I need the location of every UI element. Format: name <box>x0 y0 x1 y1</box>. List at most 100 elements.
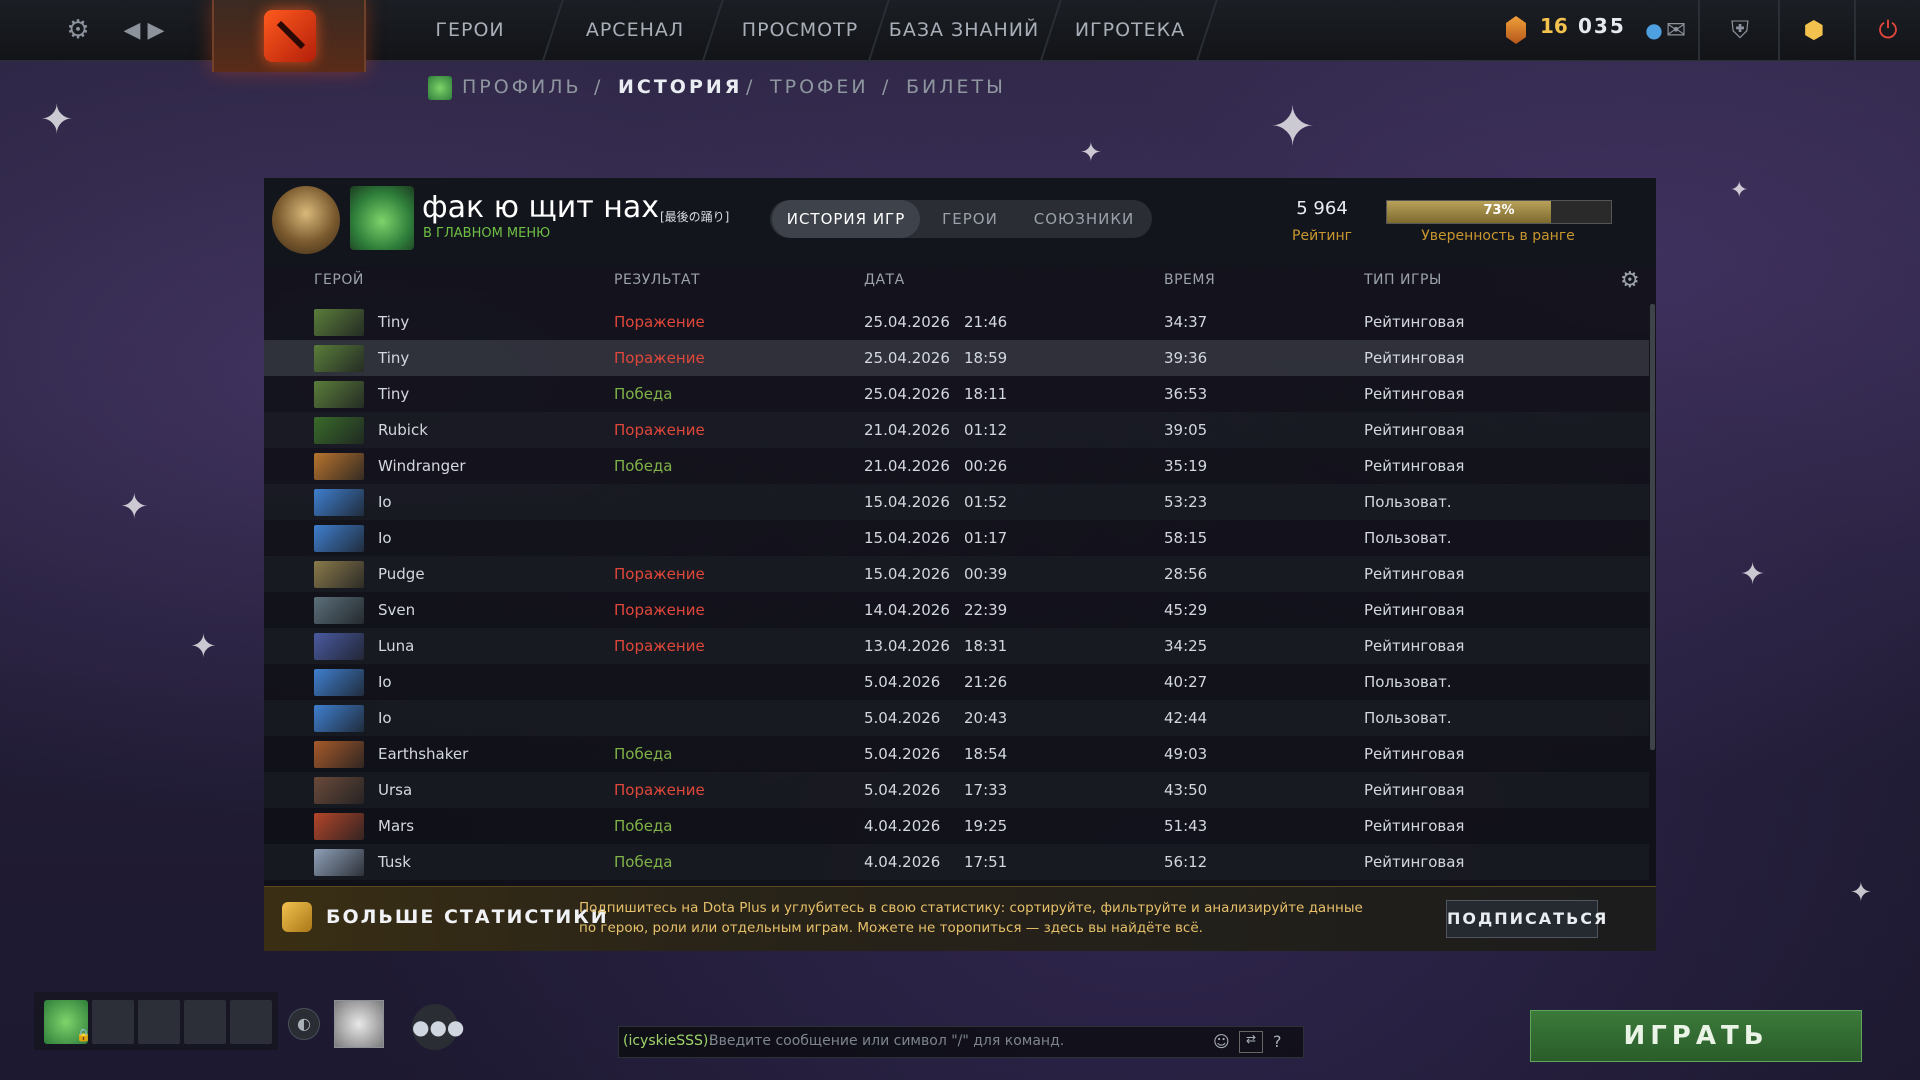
forward-arrow-icon[interactable]: ▶ <box>138 12 174 48</box>
match-result: Поражение <box>614 781 705 799</box>
match-date: 15.04.2026 <box>864 529 950 547</box>
table-row[interactable]: Io 5.04.2026 20:43 42:44 Пользоват. <box>264 700 1649 736</box>
nav-watch[interactable]: ПРОСМОТР <box>730 0 870 60</box>
player-status: В ГЛАВНОМ МЕНЮ <box>423 226 551 241</box>
table-row[interactable]: Windranger Победа 21.04.2026 00:26 35:19 Рейт… <box>264 448 1649 484</box>
nav-heroes[interactable]: ГЕРОИ <box>410 0 530 60</box>
column-header-hero[interactable]: ГЕРОЙ <box>314 272 364 288</box>
tab-allies[interactable]: СОЮЗНИКИ <box>1024 200 1144 238</box>
match-time: 17:51 <box>964 853 1008 871</box>
game-type: Рейтинговая <box>1364 385 1465 403</box>
voice-headset-icon[interactable]: ◐ <box>288 1008 320 1040</box>
settings-gear-icon[interactable]: ⚙ <box>60 12 96 48</box>
breadcrumb-separator: / <box>882 76 892 98</box>
power-icon[interactable]: ⏻ <box>1870 12 1906 48</box>
table-row[interactable]: Ursa Поражение 5.04.2026 17:33 43:50 Рейтинго… <box>264 772 1649 808</box>
nav-arcade[interactable]: ИГРОТЕКА <box>1070 0 1190 60</box>
game-type: Рейтинговая <box>1364 853 1465 871</box>
party-slot-empty[interactable] <box>230 1000 272 1044</box>
table-row[interactable]: Tiny Поражение 25.04.2026 18:59 39:36 Рейтинг… <box>264 340 1649 376</box>
breadcrumb-profile[interactable]: ПРОФИЛЬ <box>462 76 582 98</box>
match-result: Победа <box>614 457 673 475</box>
table-row[interactable]: Sven Поражение 14.04.2026 22:39 45:29 Рейтинг… <box>264 592 1649 628</box>
dota-logo-icon <box>264 10 316 62</box>
dota-logo-button[interactable] <box>212 0 366 72</box>
armory-icon[interactable]: ⛨ <box>1722 12 1758 48</box>
column-header-duration[interactable]: ВРЕМЯ <box>1164 272 1215 288</box>
table-row[interactable]: Mars Победа 4.04.2026 19:25 51:43 Рейтинговая <box>264 808 1649 844</box>
table-row[interactable]: Rubick Поражение 21.04.2026 01:12 39:05 Рейти… <box>264 412 1649 448</box>
match-date: 21.04.2026 <box>864 457 950 475</box>
party-slot-empty[interactable] <box>184 1000 226 1044</box>
hero-name: Mars <box>378 817 415 835</box>
match-duration: 34:37 <box>1164 313 1208 331</box>
emoji-icon[interactable]: ☺ <box>1213 1032 1230 1051</box>
table-settings-gear-icon[interactable]: ⚙ <box>1620 268 1640 293</box>
table-row[interactable]: Pudge Поражение 15.04.2026 00:39 28:56 Рейтин… <box>264 556 1649 592</box>
match-duration: 56:12 <box>1164 853 1208 871</box>
game-type: Рейтинговая <box>1364 637 1465 655</box>
subscribe-button[interactable]: ПОДПИСАТЬСЯ <box>1446 900 1606 938</box>
background-star: ✦ <box>1270 95 1316 158</box>
match-date: 14.04.2026 <box>864 601 950 619</box>
party-slot-empty[interactable] <box>138 1000 180 1044</box>
table-row[interactable]: Tusk Победа 4.04.2026 17:51 56:12 Рейтинговая <box>264 844 1649 880</box>
match-time: 21:26 <box>964 673 1008 691</box>
chat-channel-label: (icyskieSSS): <box>623 1033 714 1049</box>
hero-portrait-icon <box>314 741 364 768</box>
nav-arsenal[interactable]: АРСЕНАЛ <box>570 0 700 60</box>
table-row[interactable]: Io 15.04.2026 01:17 58:15 Пользоват. <box>264 520 1649 556</box>
column-header-game-type[interactable]: ТИП ИГРЫ <box>1364 272 1442 288</box>
match-time: 00:39 <box>964 565 1008 583</box>
breadcrumb-tickets[interactable]: БИЛЕТЫ <box>906 76 1006 98</box>
chat-input[interactable]: (icyskieSSS): Введите сообщение или симв… <box>618 1026 1304 1058</box>
hero-name: Io <box>378 709 392 727</box>
match-duration: 45:29 <box>1164 601 1208 619</box>
table-row[interactable]: Earthshaker Победа 5.04.2026 18:54 49:03 Рейт… <box>264 736 1649 772</box>
table-row[interactable]: Tiny Победа 25.04.2026 18:11 36:53 Рейтингова… <box>264 376 1649 412</box>
promo-title: БОЛЬШЕ СТАТИСТИКИ <box>326 906 609 928</box>
match-time: 18:31 <box>964 637 1008 655</box>
dota-plus-icon[interactable]: ⬢ <box>1796 12 1832 48</box>
promo-text: Подпишитесь на Dota Plus и углубитесь в … <box>579 900 1363 936</box>
table-row[interactable]: Io 5.04.2026 21:26 40:27 Пользоват. <box>264 664 1649 700</box>
match-time: 18:54 <box>964 745 1008 763</box>
match-time: 01:12 <box>964 421 1008 439</box>
breadcrumb-trophies[interactable]: ТРОФЕИ <box>770 76 869 98</box>
match-duration: 39:05 <box>1164 421 1208 439</box>
play-button[interactable]: ИГРАТЬ <box>1530 1010 1862 1062</box>
party-slot-empty[interactable] <box>92 1000 134 1044</box>
hero-portrait-icon <box>314 849 364 876</box>
hero-name: Tiny <box>378 385 410 403</box>
table-row[interactable]: Luna Поражение 13.04.2026 18:31 34:25 Рейтинг… <box>264 628 1649 664</box>
match-duration: 34:25 <box>1164 637 1208 655</box>
tab-match-history[interactable]: ИСТОРИЯ ИГР <box>772 200 920 238</box>
match-duration: 49:03 <box>1164 745 1208 763</box>
breadcrumb-history[interactable]: ИСТОРИЯ <box>618 76 742 98</box>
coach-portrait-icon[interactable] <box>334 1000 384 1048</box>
chat-help-icon[interactable]: ? <box>1273 1032 1282 1051</box>
hero-portrait-icon <box>314 453 364 480</box>
table-row[interactable]: Tiny Поражение 25.04.2026 21:46 34:37 Рейтинг… <box>264 304 1649 340</box>
rating-value: 5 964 <box>1296 198 1348 219</box>
breadcrumb-separator: / <box>594 76 604 98</box>
match-duration: 51:43 <box>1164 817 1208 835</box>
shards-value: 035 <box>1578 14 1626 38</box>
find-party-icon[interactable]: ●●● <box>412 1004 464 1050</box>
avatar[interactable] <box>350 186 414 250</box>
rank-confidence-bar: 73% <box>1386 200 1612 224</box>
column-header-result[interactable]: РЕЗУЛЬТАТ <box>614 272 700 288</box>
match-time: 17:33 <box>964 781 1008 799</box>
tab-heroes[interactable]: ГЕРОИ <box>930 200 1010 238</box>
match-result: Победа <box>614 745 673 763</box>
battle-level-icon[interactable] <box>1506 16 1526 44</box>
match-date: 21.04.2026 <box>864 421 950 439</box>
mail-icon[interactable]: ✉ <box>1658 12 1694 48</box>
translate-icon[interactable]: ⇄ <box>1239 1031 1263 1053</box>
table-row[interactable]: Io 15.04.2026 01:52 53:23 Пользоват. <box>264 484 1649 520</box>
column-header-date[interactable]: ДАТА <box>864 272 905 288</box>
nav-knowledge-base[interactable]: БАЗА ЗНАНИЙ <box>884 0 1044 60</box>
match-list-scrollbar[interactable] <box>1650 304 1655 750</box>
game-type: Рейтинговая <box>1364 781 1465 799</box>
match-time: 01:17 <box>964 529 1008 547</box>
